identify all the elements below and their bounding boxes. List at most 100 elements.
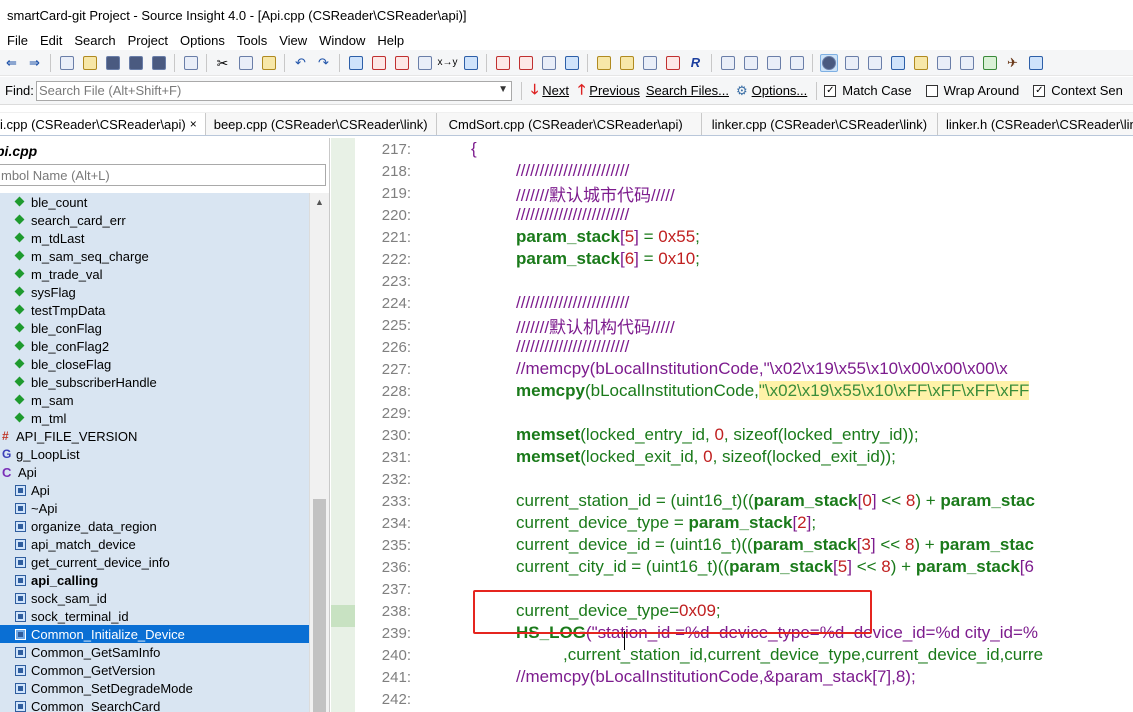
menu-search[interactable]: Search [68,33,121,48]
overview-icon[interactable] [981,54,999,72]
clip-window-icon[interactable] [912,54,930,72]
symbol-item[interactable]: m_tdLast [0,229,309,247]
symbol-item[interactable]: # API_FILE_VERSION [0,427,309,445]
jump-to-definition-icon[interactable] [618,54,636,72]
symbol-item[interactable]: Common_GetSamInfo [0,643,309,661]
menu-project[interactable]: Project [122,33,174,48]
symbol-item[interactable]: m_sam_seq_charge [0,247,309,265]
symbol-item[interactable]: ble_closeFlag [0,355,309,373]
symbol-item[interactable]: sock_terminal_id [0,607,309,625]
save-icon[interactable] [104,54,122,72]
find-previous-button[interactable]: 🡑 Previous [578,79,640,103]
symbol-item[interactable]: api_match_device [0,535,309,553]
wrap-around-checkbox[interactable]: Wrap Around [925,83,1019,98]
layout-4-icon[interactable] [788,54,806,72]
options-button[interactable]: ⚙ Options... [736,83,807,99]
menu-window[interactable]: Window [313,33,371,48]
copy-icon[interactable] [237,54,255,72]
browse-window-icon[interactable] [958,54,976,72]
layers-icon[interactable] [1027,54,1045,72]
bookmark-toggle-icon[interactable] [563,54,581,72]
tab-cmdsort-cpp[interactable]: CmdSort.cpp (CSReader\CSReader\api) [436,113,702,135]
cut-icon[interactable]: ✂ [214,54,232,72]
symbol-item[interactable]: ble_subscriberHandle [0,373,309,391]
bird-icon[interactable]: ✈ [1004,54,1022,72]
references-icon[interactable] [641,54,659,72]
find-next-icon[interactable] [370,54,388,72]
back-icon[interactable]: ⇐ [3,54,21,72]
symbol-item[interactable]: organize_data_region [0,517,309,535]
layout-1-icon[interactable] [719,54,737,72]
symbol-item[interactable]: Api [0,481,309,499]
save-as-icon[interactable] [127,54,145,72]
symbol-item[interactable]: ble_conFlag2 [0,337,309,355]
search-files-button[interactable]: Search Files... [646,83,729,98]
symbol-item[interactable]: m_trade_val [0,265,309,283]
find-next-button[interactable]: 🡓 Next [531,79,569,103]
chevron-up-icon[interactable]: ▲ [310,193,329,211]
find-icon[interactable] [347,54,365,72]
relation-window-icon[interactable] [866,54,884,72]
bookmark-next-icon[interactable] [517,54,535,72]
save-all-icon[interactable] [150,54,168,72]
tab-beep-cpp[interactable]: beep.cpp (CSReader\CSReader\link) [205,113,437,135]
menu-options[interactable]: Options [174,33,231,48]
bookmark-list-icon[interactable] [540,54,558,72]
context-sensitive-checkbox[interactable]: ✓ Context Sen [1033,83,1123,98]
symbol-item[interactable]: Common_SearchCard [0,697,309,712]
symbol-item[interactable]: api_calling [0,571,309,589]
symbol-item[interactable]: Common_Initialize_Device [0,625,309,643]
print-icon[interactable] [182,54,200,72]
symbol-item[interactable]: m_tml [0,409,309,427]
symbol-item[interactable]: m_sam [0,391,309,409]
menu-help[interactable]: Help [371,33,410,48]
new-file-icon[interactable] [58,54,76,72]
chevron-down-icon[interactable]: ▼ [498,84,508,95]
symbol-item[interactable]: search_card_err [0,211,309,229]
layout-3-icon[interactable] [765,54,783,72]
symbol-item[interactable]: ~Api [0,499,309,517]
symbol-item[interactable]: sysFlag [0,283,309,301]
layout-2-icon[interactable] [742,54,760,72]
symbol-window-icon[interactable] [843,54,861,72]
close-icon[interactable]: × [190,117,197,131]
relation-icon[interactable]: R [687,54,705,72]
bookmark-prev-icon[interactable] [494,54,512,72]
symbol-info-icon[interactable] [595,54,613,72]
paste-icon[interactable] [260,54,278,72]
symbol-item[interactable]: get_current_device_info [0,553,309,571]
symbol-item[interactable]: ble_count [0,193,309,211]
scrollbar-thumb[interactable] [313,499,326,712]
find-input[interactable]: Search File (Alt+Shift+F) ▼ [36,80,512,101]
symbol-item[interactable]: Common_GetVersion [0,661,309,679]
tab-api-cpp[interactable]: i.cpp (CSReader\CSReader\api) × [0,113,206,135]
tab-linker-cpp[interactable]: linker.cpp (CSReader\CSReader\link) [701,113,939,135]
match-case-checkbox[interactable]: ✓ Match Case [824,83,912,98]
help-window-icon[interactable] [935,54,953,72]
symbol-item[interactable]: testTmpData [0,301,309,319]
symbol-search-input[interactable]: mbol Name (Alt+L) [0,164,326,186]
code-editor[interactable]: 217: { 218: //////////////////////// 219: /… [331,138,1133,712]
context-window-icon[interactable] [889,54,907,72]
symbol-item[interactable]: C Api [0,463,309,481]
search-project-icon[interactable] [416,54,434,72]
symbol-item[interactable]: Common_SetDegradeMode [0,679,309,697]
redo-icon[interactable]: ↷ [315,54,333,72]
undo-icon[interactable]: ↶ [292,54,310,72]
menu-edit[interactable]: Edit [34,33,68,48]
symbol-item[interactable]: ble_conFlag [0,319,309,337]
web-search-icon[interactable] [462,54,480,72]
tab-linker-h[interactable]: linker.h (CSReader\CSReader\link) [938,113,1133,135]
symbol-item[interactable]: Gg_LoopList [0,445,309,463]
symbol-list-scrollbar[interactable]: ▲ [309,193,329,712]
menu-view[interactable]: View [273,33,313,48]
symbol-item[interactable]: sock_sam_id [0,589,309,607]
find-previous-icon[interactable] [393,54,411,72]
menu-tools[interactable]: Tools [231,33,273,48]
forward-icon[interactable]: ⇒ [26,54,44,72]
open-folder-icon[interactable] [81,54,99,72]
replace-icon[interactable]: x→y [438,54,458,72]
call-graph-icon[interactable] [664,54,682,72]
menu-file[interactable]: File [0,33,34,48]
project-window-icon[interactable] [819,53,838,72]
